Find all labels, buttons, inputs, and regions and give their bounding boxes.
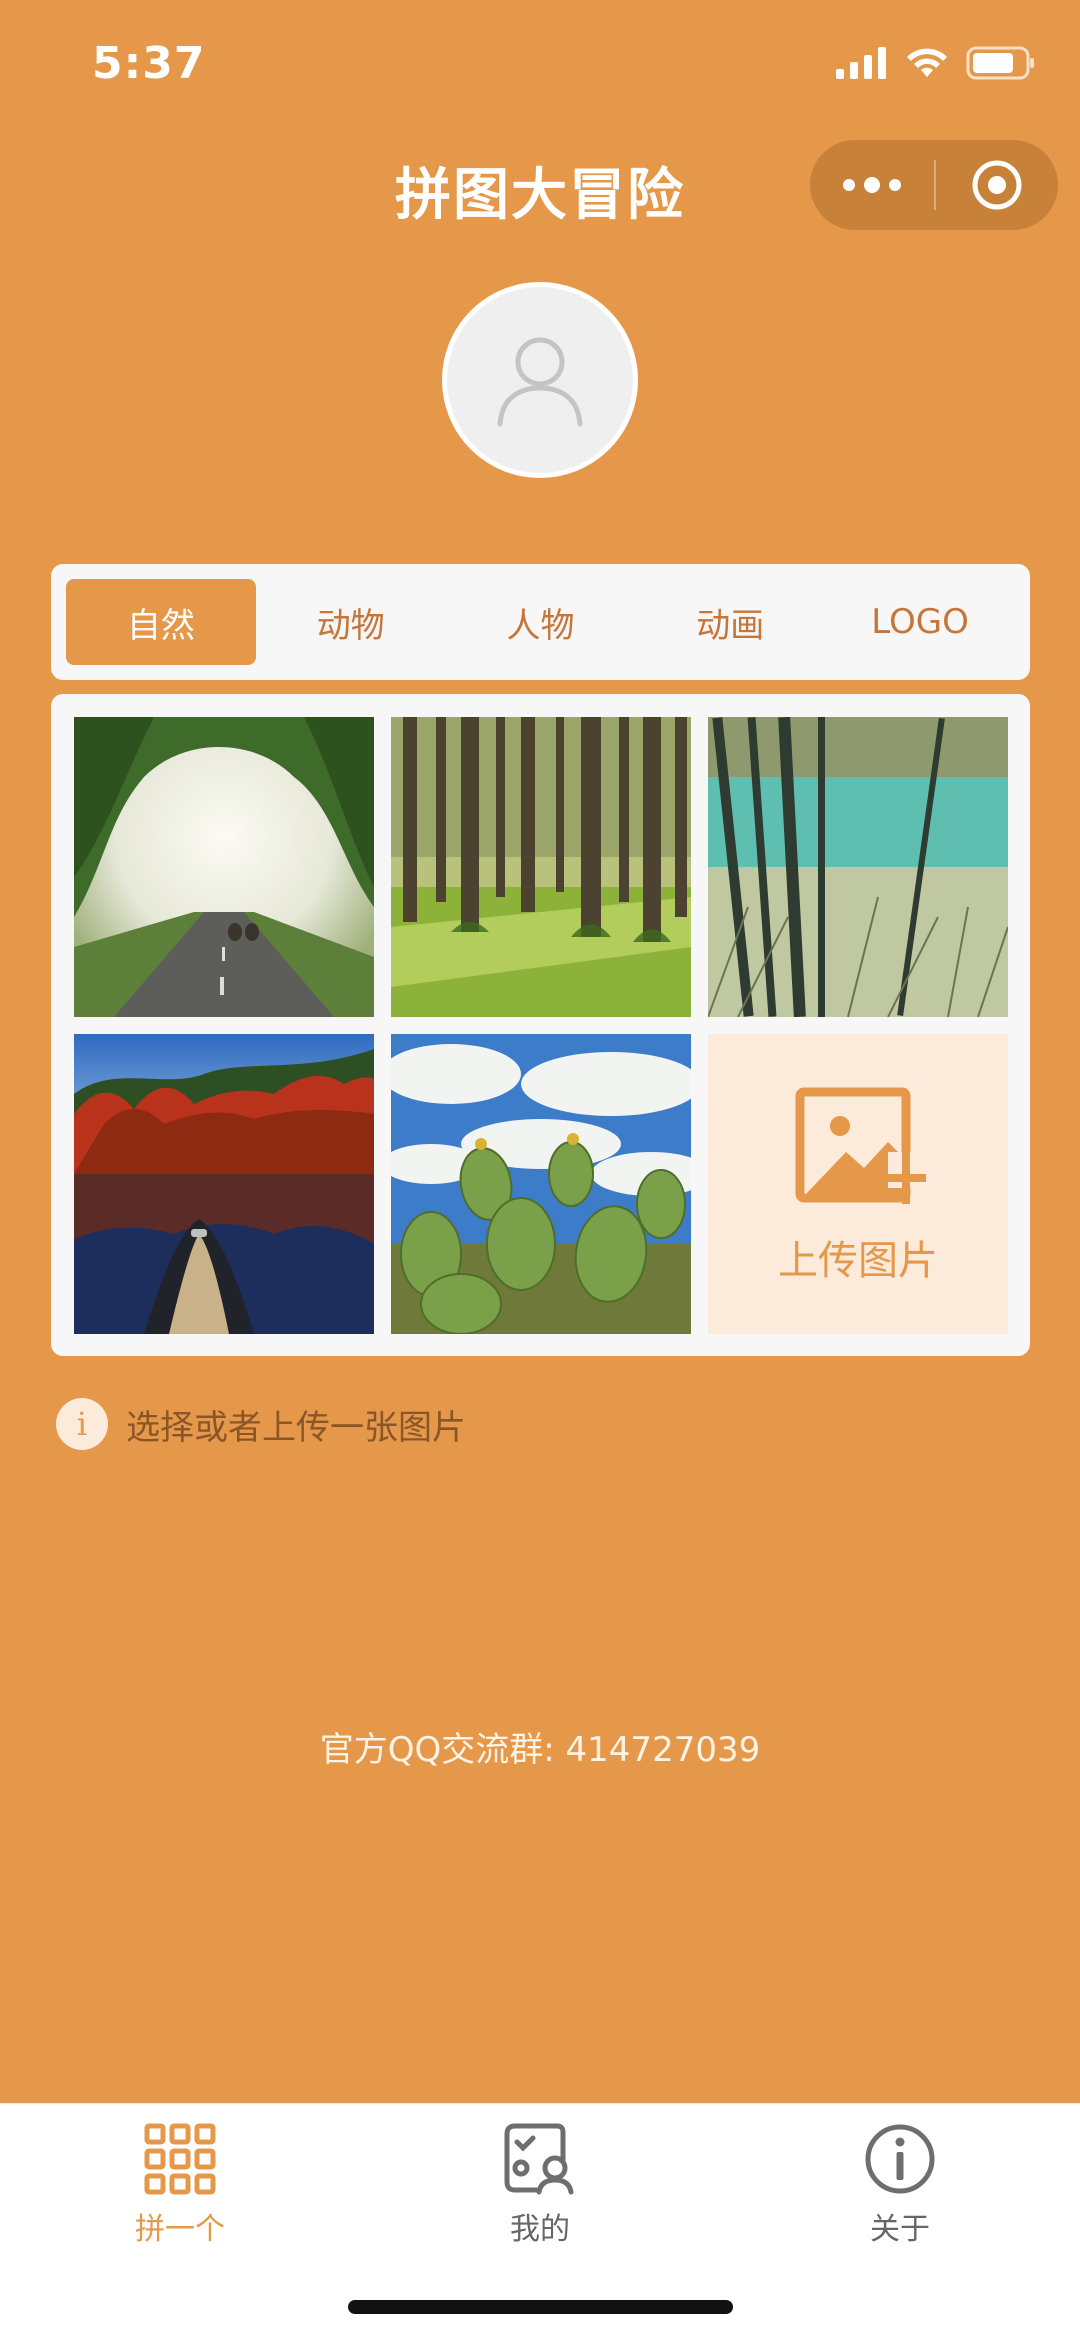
grid-icon bbox=[144, 2123, 216, 2195]
avatar[interactable] bbox=[442, 282, 638, 478]
tab-animation[interactable]: 动画 bbox=[635, 579, 825, 665]
upload-image-button[interactable]: 上传图片 bbox=[708, 1034, 1008, 1334]
home-indicator bbox=[348, 2300, 733, 2314]
nav-item-about[interactable]: 关于 bbox=[800, 2122, 1000, 2248]
wifi-icon bbox=[907, 48, 947, 77]
qq-group-text: 官方QQ交流群: 414727039 bbox=[319, 1730, 761, 1770]
category-tabs: 自然 动物 人物 动画 LOGO bbox=[51, 564, 1030, 680]
target-icon bbox=[972, 160, 1022, 210]
tab-nature[interactable]: 自然 bbox=[66, 579, 256, 665]
battery-icon bbox=[966, 46, 1034, 80]
status-bar: 5:37 bbox=[0, 0, 1080, 130]
image-tile-road[interactable] bbox=[74, 717, 374, 1017]
more-dot-icon bbox=[864, 177, 880, 193]
nav-label-mine: 我的 bbox=[510, 2212, 570, 2247]
signal-icon bbox=[836, 47, 886, 79]
nav-label-about: 关于 bbox=[870, 2212, 930, 2247]
hint-text: 选择或者上传一张图片 bbox=[126, 1407, 466, 1448]
bamboo-lake-photo bbox=[708, 717, 1008, 1017]
info-icon: i bbox=[56, 1398, 108, 1450]
user-icon bbox=[497, 337, 583, 427]
tab-people[interactable]: 人物 bbox=[446, 579, 636, 665]
nav-item-mine[interactable]: 我的 bbox=[440, 2122, 640, 2248]
tab-logo[interactable]: LOGO bbox=[825, 579, 1015, 665]
nav-label-puzzle: 拼一个 bbox=[135, 2212, 225, 2247]
more-dot-icon bbox=[889, 179, 901, 191]
profile-card-icon bbox=[504, 2123, 574, 2195]
image-gallery: 上传图片 bbox=[51, 694, 1030, 1356]
more-dot-icon bbox=[843, 179, 855, 191]
image-tile-cactus[interactable] bbox=[391, 1034, 691, 1334]
tab-animals[interactable]: 动物 bbox=[256, 579, 446, 665]
cactus-sky-photo bbox=[391, 1034, 691, 1334]
capsule-menu bbox=[810, 140, 1058, 230]
road-with-sheep-photo bbox=[74, 717, 374, 1017]
nav-item-puzzle[interactable]: 拼一个 bbox=[80, 2122, 280, 2248]
forest-trees-photo bbox=[391, 717, 691, 1017]
status-time: 5:37 bbox=[92, 38, 206, 89]
image-tile-autumn-lake[interactable] bbox=[74, 1034, 374, 1334]
autumn-lake-canoe-photo bbox=[74, 1034, 374, 1334]
status-icons bbox=[836, 46, 1036, 80]
image-tile-forest[interactable] bbox=[391, 717, 691, 1017]
close-button[interactable] bbox=[936, 140, 1058, 230]
image-tile-bamboo[interactable] bbox=[708, 717, 1008, 1017]
info-icon bbox=[865, 2124, 935, 2194]
more-button[interactable] bbox=[810, 140, 934, 230]
add-image-icon bbox=[795, 1087, 926, 1204]
upload-label: 上传图片 bbox=[778, 1238, 938, 1284]
hint: i 选择或者上传一张图片 bbox=[56, 1398, 466, 1450]
